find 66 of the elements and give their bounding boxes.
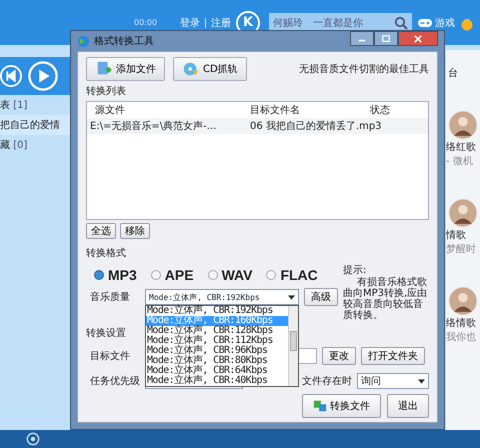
- quality-option[interactable]: Mode:立体声, CBR:40Kbps: [146, 376, 288, 386]
- format-radio[interactable]: MP3: [94, 267, 137, 284]
- window-title: 格式转换工具: [94, 34, 155, 48]
- previous-icon[interactable]: [0, 65, 22, 87]
- avatar-icon[interactable]: [448, 286, 478, 316]
- section-title: 转换列表: [86, 84, 126, 98]
- format-radio[interactable]: APE: [150, 267, 194, 284]
- playback-time: 00:00: [134, 18, 158, 27]
- station-subtitle: - 微机: [446, 154, 473, 168]
- hint-text: 有损音乐格式歌曲向MP3转换,应由较高音质向较低音质转换。: [343, 277, 428, 322]
- file-exists-select[interactable]: 询问: [357, 373, 429, 390]
- table-cell-text: 06 我把自己的爱情丢了.mp3: [250, 120, 383, 134]
- scrollbar[interactable]: [288, 306, 298, 386]
- tagline-text: 无损音质文件切割的最佳工具: [299, 62, 429, 76]
- register-link[interactable]: 注册: [211, 16, 231, 30]
- column-header[interactable]: 源文件: [87, 103, 250, 118]
- station-name[interactable]: 情歌: [446, 228, 466, 242]
- section-title: 转换格式: [86, 246, 126, 260]
- play-icon[interactable]: [28, 61, 58, 91]
- station-name[interactable]: 络情歌: [446, 316, 476, 330]
- playlist-label[interactable]: 表 [1]: [0, 98, 28, 112]
- radio-tab[interactable]: 台: [446, 50, 480, 80]
- close-icon: [414, 34, 422, 42]
- format-radio[interactable]: WAV: [208, 267, 252, 284]
- list-button[interactable]: 全选: [86, 223, 116, 240]
- dropdown-arrow-icon: [418, 378, 425, 384]
- convert-icon: [313, 399, 327, 413]
- disc-icon: [182, 60, 200, 78]
- column-header[interactable]: 状态: [370, 103, 390, 118]
- minimize-button[interactable]: [350, 31, 374, 46]
- station-name[interactable]: 络红歌: [446, 140, 476, 154]
- games-link[interactable]: 游戏: [417, 16, 455, 30]
- advanced-button[interactable]: 高级: [304, 288, 338, 306]
- maximize-button[interactable]: [374, 31, 398, 46]
- login-link[interactable]: 登录: [180, 16, 200, 30]
- globe-icon: [77, 34, 90, 48]
- quality-option[interactable]: Mode:立体声, CBR:192Kbps: [146, 306, 288, 316]
- exit-button[interactable]: 退出: [387, 394, 429, 418]
- gamepad-icon: [417, 16, 433, 28]
- table-cell-text: E:\=无损音乐=\典范女声-...: [89, 120, 218, 134]
- avatar-icon[interactable]: [448, 198, 478, 228]
- avatar-icon[interactable]: [448, 110, 478, 140]
- search-icon[interactable]: [394, 16, 408, 30]
- station-subtitle: 梦醒时: [446, 242, 476, 256]
- folder-label: 目标文件: [89, 350, 131, 364]
- dropdown-arrow-icon: [288, 294, 295, 300]
- playlist-label[interactable]: 藏 [0]: [0, 138, 28, 152]
- quality-label: 音乐质量: [89, 290, 131, 304]
- settings-icon[interactable]: [26, 432, 40, 446]
- column-header[interactable]: 目标文件名: [250, 103, 370, 118]
- add-file-button[interactable]: 添加文件: [86, 56, 165, 81]
- cd-rip-button[interactable]: CD抓轨: [173, 56, 247, 81]
- priority-label: 任务优先级: [89, 374, 140, 388]
- search-field[interactable]: 何赐玲 一直都是你: [269, 12, 412, 32]
- close-button[interactable]: [398, 31, 438, 46]
- quality-select[interactable]: Mode:立体声, CBR:192Kbps: [145, 289, 299, 306]
- change-button[interactable]: 更改: [322, 347, 356, 366]
- list-button[interactable]: 移除: [120, 223, 150, 240]
- file-exists-label: 文件存在时: [301, 374, 352, 388]
- open-folder-button[interactable]: 打开文件夹: [361, 347, 425, 366]
- format-radio[interactable]: FLAC: [266, 267, 318, 284]
- hint-title: 提示:: [343, 264, 368, 277]
- station-subtitle: 我你也: [446, 330, 476, 344]
- maximize-icon: [382, 34, 390, 42]
- convert-button[interactable]: 转换文件: [302, 394, 381, 418]
- section-title: 转换设置: [86, 326, 126, 340]
